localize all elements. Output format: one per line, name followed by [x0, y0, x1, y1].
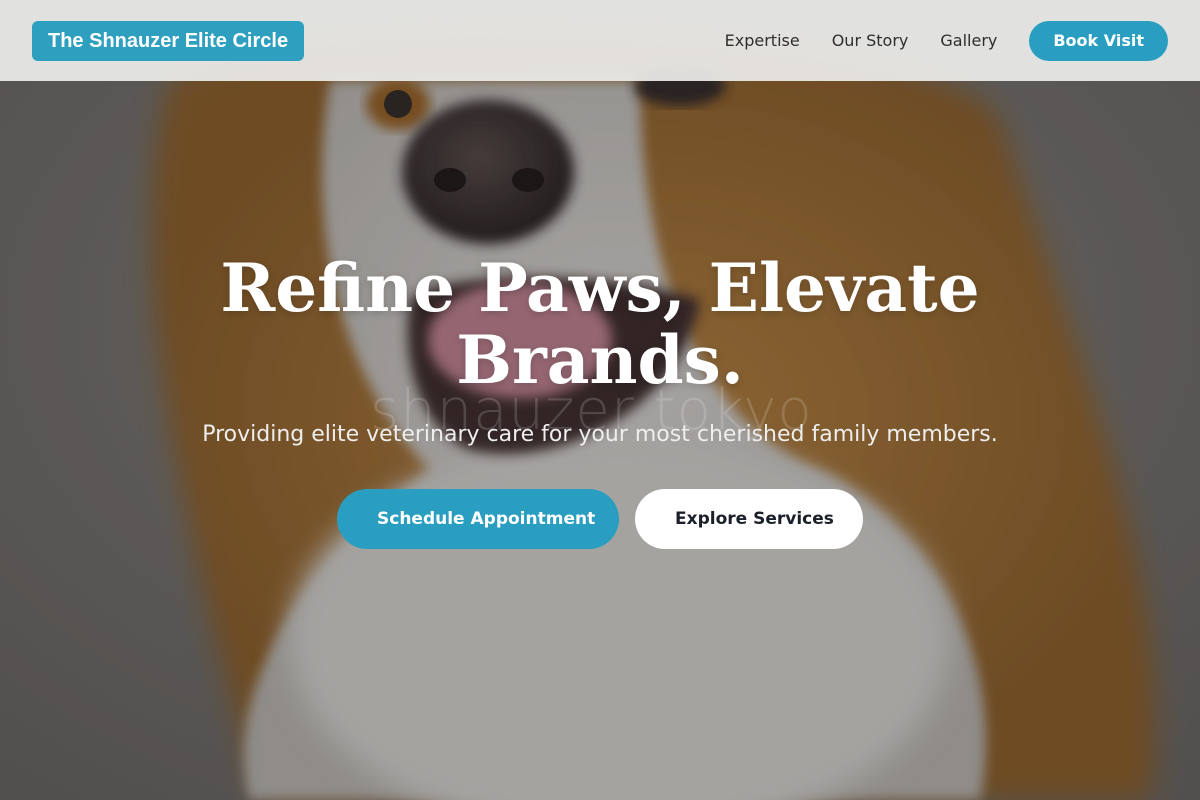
brand-logo[interactable]: The Shnauzer Elite Circle	[32, 20, 305, 61]
schedule-appointment-button[interactable]: Schedule Appointment	[337, 489, 619, 549]
nav-link-gallery[interactable]: Gallery	[940, 31, 997, 50]
main-nav: Expertise Our Story Gallery Book Visit	[725, 20, 1168, 61]
book-visit-button[interactable]: Book Visit	[1029, 20, 1168, 61]
hero-actions: Schedule Appointment Explore Services	[337, 489, 863, 549]
site-header: The Shnauzer Elite Circle Expertise Our …	[0, 0, 1200, 81]
hero-content: Refine Paws, Elevate Brands. Providing e…	[0, 252, 1200, 549]
nav-link-expertise[interactable]: Expertise	[725, 31, 800, 50]
hero-title: Refine Paws, Elevate Brands.	[220, 249, 980, 399]
hero-subtitle: Providing elite veterinary care for your…	[202, 422, 998, 447]
explore-services-button[interactable]: Explore Services	[635, 489, 863, 549]
nav-link-our-story[interactable]: Our Story	[832, 31, 909, 50]
